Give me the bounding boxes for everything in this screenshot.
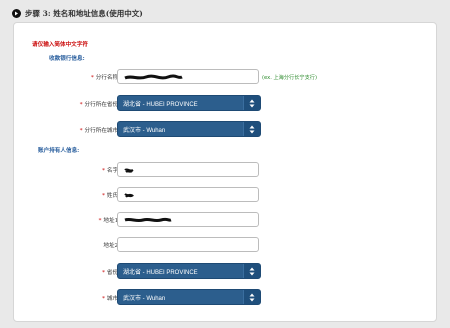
redacted-text	[124, 193, 134, 198]
branch-city-select[interactable]: 武汉市 - Wuhan	[117, 121, 261, 137]
last-name-input[interactable]	[117, 187, 259, 202]
bank-section-title: 收款银行信息:	[49, 56, 85, 62]
redacted-text	[124, 217, 172, 223]
province-select[interactable]: 湖北省 - HUBEI PROVINCE	[117, 263, 261, 279]
branch-province-select[interactable]: 湖北省 - HUBEI PROVINCE	[117, 95, 261, 111]
city-label: * 城市:	[102, 296, 120, 302]
redacted-text	[124, 168, 134, 173]
redacted-text	[124, 74, 183, 80]
last-name-label: * 姓氏:	[102, 193, 120, 199]
province-value: 湖北省 - HUBEI PROVINCE	[123, 269, 198, 276]
city-value: 武汉市 - Wuhan	[123, 295, 166, 302]
first-name-input[interactable]	[117, 162, 259, 177]
chinese-only-warning: 请仅输入简体中文字符	[32, 42, 88, 48]
holder-section-title: 账户持有人信息:	[38, 148, 80, 154]
branch-province-label: * 分行所在省份:	[79, 102, 120, 108]
updown-arrows-icon	[243, 264, 260, 278]
branch-name-input[interactable]	[117, 69, 259, 84]
first-name-label: * 名字:	[102, 168, 120, 174]
updown-arrows-icon	[243, 96, 260, 110]
form-panel: 请仅输入简体中文字符 收款银行信息: * 分行名称: (ex. 上海分行长宁支行)…	[13, 22, 437, 322]
branch-name-label: * 分行名称:	[90, 75, 120, 81]
branch-city-label: * 分行所在城市:	[79, 128, 120, 134]
branch-name-hint: (ex. 上海分行长宁支行)	[262, 75, 318, 81]
circle-arrow-right-icon	[12, 8, 21, 18]
province-label: * 省份:	[102, 270, 120, 276]
updown-arrows-icon	[243, 290, 260, 304]
branch-city-value: 武汉市 - Wuhan	[123, 127, 166, 134]
step-header: 步骤 3: 姓名和地址信息(使用中文)	[12, 6, 143, 20]
address2-label: 地址2:	[103, 243, 120, 249]
address1-input[interactable]	[117, 212, 259, 227]
address1-label: * 地址1:	[98, 218, 120, 224]
step-title: 步骤 3: 姓名和地址信息(使用中文)	[25, 8, 143, 18]
city-select[interactable]: 武汉市 - Wuhan	[117, 289, 261, 305]
updown-arrows-icon	[243, 122, 260, 136]
address2-input[interactable]	[117, 237, 259, 252]
branch-province-value: 湖北省 - HUBEI PROVINCE	[123, 101, 198, 108]
